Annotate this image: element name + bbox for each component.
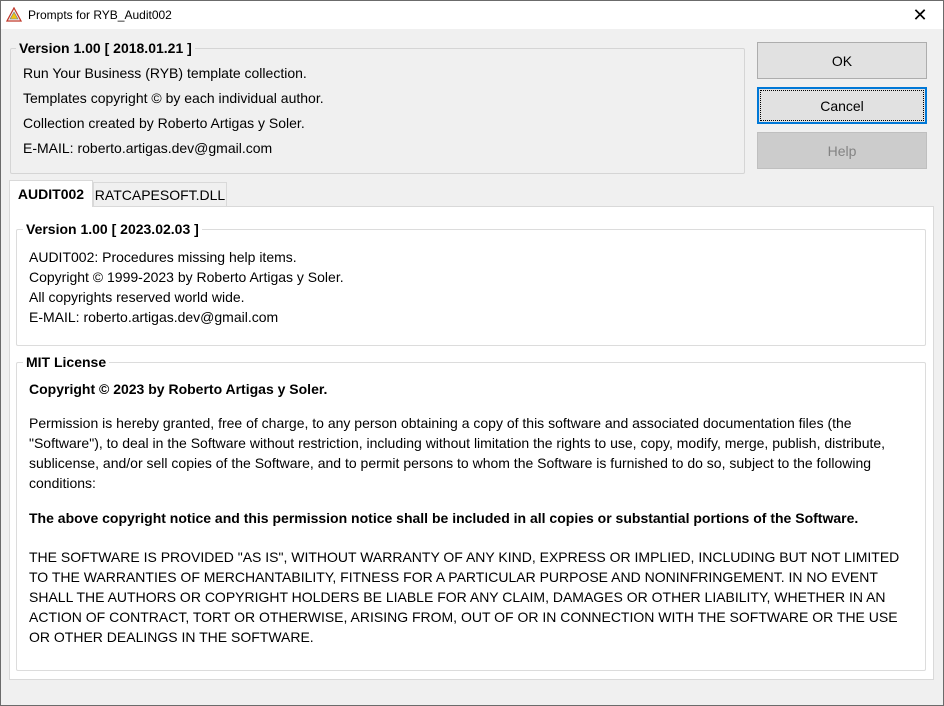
audit-version-legend: Version 1.00 [ 2023.02.03 ] — [23, 221, 202, 237]
dialog-window: Prompts for RYB_Audit002 ✕ Version 1.00 … — [0, 0, 944, 706]
audit-info-group — [16, 229, 926, 346]
help-button[interactable]: Help — [757, 132, 927, 169]
collection-email: E-MAIL: roberto.artigas.dev@gmail.com — [23, 140, 273, 156]
tab-panel-audit002: Version 1.00 [ 2023.02.03 ] AUDIT002: Pr… — [9, 206, 934, 680]
license-notice: The above copyright notice and this perm… — [29, 510, 859, 526]
window-title: Prompts for RYB_Audit002 — [28, 8, 172, 22]
collection-version-legend: Version 1.00 [ 2018.01.21 ] — [16, 40, 195, 56]
license-copyright: Copyright © 2023 by Roberto Artigas y So… — [29, 381, 328, 397]
audit-rights: All copyrights reserved world wide. — [29, 289, 245, 305]
ok-button[interactable]: OK — [757, 42, 927, 79]
collection-line-2: Templates copyright © by each individual… — [23, 90, 324, 106]
license-legend: MIT License — [23, 354, 110, 370]
title-bar: Prompts for RYB_Audit002 ✕ — [1, 1, 943, 29]
license-warranty: THE SOFTWARE IS PROVIDED "AS IS", WITHOU… — [29, 549, 900, 645]
audit-email: E-MAIL: roberto.artigas.dev@gmail.com — [29, 309, 279, 325]
close-icon[interactable]: ✕ — [897, 1, 943, 29]
cancel-button[interactable]: Cancel — [757, 87, 927, 124]
tab-ratcapesoft-dll[interactable]: RATCAPESOFT.DLL — [93, 182, 227, 206]
focus-ring — [760, 90, 924, 121]
audit-copyright: Copyright © 1999-2023 by Roberto Artigas… — [29, 269, 344, 285]
audit-description: AUDIT002: Procedures missing help items. — [29, 249, 297, 265]
collection-line-1: Run Your Business (RYB) template collect… — [23, 65, 307, 81]
collection-line-3: Collection created by Roberto Artigas y … — [23, 115, 305, 131]
tab-audit002[interactable]: AUDIT002 — [9, 180, 93, 207]
triangle-warning-icon — [5, 6, 23, 23]
license-permission: Permission is hereby granted, free of ch… — [29, 415, 886, 491]
